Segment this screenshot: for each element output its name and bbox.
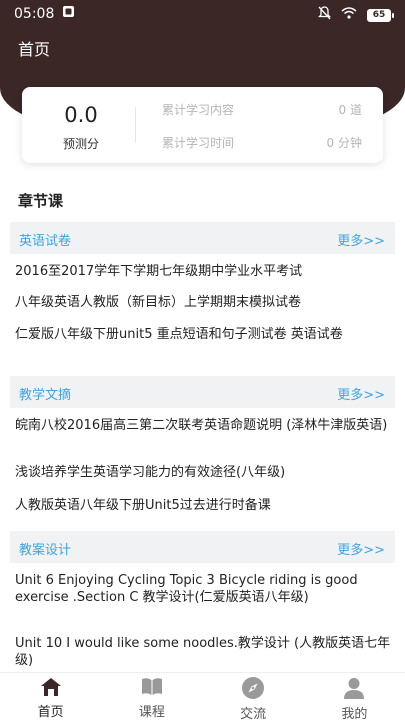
- tab-courses[interactable]: 课程: [101, 673, 202, 720]
- stats-card: 0.0 预测分 累计学习内容 0 道 累计学习时间 0 分钟: [22, 87, 383, 163]
- card-divider: [135, 107, 136, 143]
- category-header-english-papers: 英语试卷 更多>>: [10, 222, 395, 254]
- mute-icon: [317, 6, 332, 24]
- message-icon: [62, 5, 75, 22]
- user-icon: [341, 676, 367, 700]
- list-item[interactable]: 八年级英语人教版（新目标）上学期期末模拟试卷: [15, 294, 393, 311]
- compass-icon: [240, 676, 266, 700]
- list-item[interactable]: Unit 6 Enjoying Cycling Topic 3 Bicycle …: [15, 572, 393, 606]
- status-bar: 05:08 65: [0, 0, 405, 28]
- more-link[interactable]: 更多>>: [337, 230, 385, 249]
- section-heading: 章节课: [18, 192, 64, 210]
- category-title: 英语试卷: [19, 234, 72, 249]
- category-header-lesson-plans: 教案设计 更多>>: [10, 531, 395, 563]
- tab-profile[interactable]: 我的: [304, 673, 405, 720]
- more-link[interactable]: 更多>>: [337, 384, 385, 403]
- tab-label: 首页: [37, 705, 64, 720]
- list-item[interactable]: 仁爱版八年级下册unit5 重点短语和句子测试卷 英语试卷: [15, 326, 393, 343]
- tab-exchange[interactable]: 交流: [203, 673, 304, 720]
- category-title: 教学文摘: [19, 388, 72, 403]
- list-item[interactable]: 浅谈培养学生英语学习能力的有效途径(八年级): [15, 464, 393, 481]
- study-content-label: 累计学习内容: [162, 103, 235, 117]
- predicted-score: 0.0: [64, 103, 98, 127]
- tab-label: 我的: [341, 707, 368, 720]
- tab-home[interactable]: 首页: [0, 673, 101, 720]
- more-link[interactable]: 更多>>: [337, 539, 385, 558]
- predicted-score-label: 预测分: [62, 137, 99, 151]
- tab-label: 交流: [240, 707, 267, 720]
- list-item[interactable]: 2016至2017学年下学期七年级期中学业水平考试: [15, 263, 393, 280]
- tab-label: 课程: [138, 705, 165, 720]
- status-time: 05:08: [14, 5, 55, 22]
- page-title: 首页: [18, 40, 51, 59]
- study-time-label: 累计学习时间: [162, 136, 235, 150]
- home-icon: [38, 676, 64, 698]
- category-title: 教案设计: [19, 543, 72, 558]
- list-item[interactable]: Unit 10 I would like some noodles.教学设计 (…: [15, 635, 393, 669]
- study-time-value: 0 分钟: [326, 136, 362, 150]
- list-item[interactable]: 皖南八校2016届高三第二次联考英语命题说明 (泽林牛津版英语): [15, 417, 393, 434]
- bottom-tab-bar: 首页 课程 交流 我的: [0, 672, 405, 720]
- wifi-icon: [341, 7, 357, 23]
- study-content-value: 0 道: [338, 103, 362, 117]
- list-item[interactable]: 人教版英语八年级下册Unit5过去进行时备课: [15, 497, 393, 514]
- category-header-teaching-digest: 教学文摘 更多>>: [10, 376, 395, 408]
- book-icon: [139, 676, 165, 698]
- battery-icon: 65: [367, 8, 394, 22]
